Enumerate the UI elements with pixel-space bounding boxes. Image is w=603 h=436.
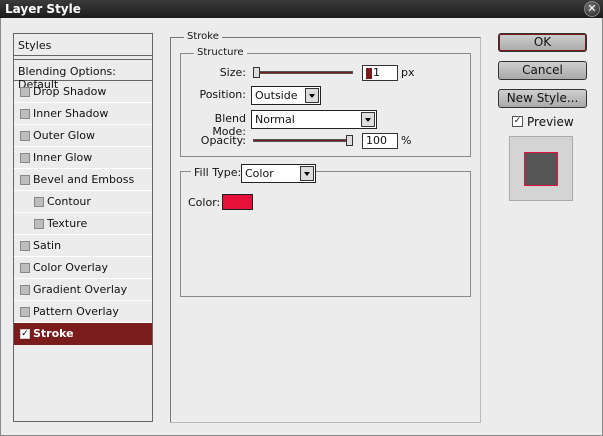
chevron-down-icon[interactable] [305, 88, 319, 103]
style-preview-thumbnail [509, 136, 573, 201]
color-label: Color: [188, 196, 221, 209]
close-icon[interactable]: ✕ [584, 1, 600, 17]
size-slider-thumb[interactable] [253, 67, 260, 78]
effects-list: Drop Shadow Inner Shadow Outer Glow Inner G… [14, 81, 152, 345]
effect-label: Outer Glow [33, 129, 96, 142]
position-label: Position: [199, 88, 246, 101]
effect-item-stroke[interactable]: ✓ Stroke [14, 323, 152, 345]
effect-checkbox[interactable] [20, 153, 30, 163]
blend-mode-select[interactable]: Normal [251, 110, 377, 129]
effect-checkbox[interactable] [20, 131, 30, 141]
fill-type-value: Color [245, 167, 274, 180]
effect-checkbox[interactable] [20, 87, 30, 97]
fill-group [180, 171, 471, 297]
effect-label: Contour [47, 195, 91, 208]
new-style-button[interactable]: New Style... [498, 89, 587, 108]
layer-style-dialog: Layer Style ✕ Styles Blending Options: D… [0, 0, 603, 436]
title-bar[interactable]: Layer Style ✕ [0, 0, 603, 18]
effect-checkbox[interactable]: ✓ [20, 329, 30, 339]
effect-checkbox[interactable] [20, 263, 30, 273]
opacity-slider-track[interactable] [253, 139, 353, 142]
text-cursor-icon [366, 67, 372, 79]
effect-checkbox[interactable] [20, 109, 30, 119]
effect-item-bevel-and-emboss[interactable]: Bevel and Emboss [14, 169, 152, 191]
styles-header-item[interactable]: Styles [14, 34, 152, 56]
effect-item-inner-glow[interactable]: Inner Glow [14, 147, 152, 169]
effect-checkbox[interactable] [20, 307, 30, 317]
preview-checkbox[interactable]: ✓ [512, 116, 523, 127]
effect-item-outer-glow[interactable]: Outer Glow [14, 125, 152, 147]
effect-label: Bevel and Emboss [33, 173, 135, 186]
opacity-label: Opacity: [200, 134, 246, 147]
size-value: 1 [373, 66, 380, 79]
blending-options-item[interactable]: Blending Options: Default [14, 59, 152, 91]
window-title: Layer Style [5, 2, 81, 16]
stroke-color-swatch[interactable] [222, 194, 253, 210]
stroke-group-title: Stroke [184, 31, 222, 42]
effect-item-texture[interactable]: Texture [14, 213, 152, 235]
effect-item-contour[interactable]: Contour [14, 191, 152, 213]
structure-group-title: Structure [194, 47, 247, 58]
size-unit: px [401, 66, 415, 79]
preview-swatch [524, 152, 558, 186]
opacity-slider-thumb[interactable] [346, 135, 353, 146]
effect-checkbox[interactable] [34, 219, 44, 229]
opacity-input[interactable]: 100 [362, 133, 398, 149]
effect-label: Stroke [33, 327, 74, 340]
effect-item-color-overlay[interactable]: Color Overlay [14, 257, 152, 279]
fill-type-select[interactable]: Color [241, 164, 316, 183]
effect-label: Drop Shadow [33, 85, 107, 98]
blend-mode-value: Normal [255, 113, 295, 126]
position-value: Outside [255, 89, 298, 102]
size-label: Size: [219, 66, 246, 79]
effect-label: Texture [47, 217, 88, 230]
position-select[interactable]: Outside [251, 86, 321, 105]
effect-item-inner-shadow[interactable]: Inner Shadow [14, 103, 152, 125]
effect-label: Inner Glow [33, 151, 93, 164]
ok-button[interactable]: OK [498, 33, 587, 52]
effect-label: Gradient Overlay [33, 283, 128, 296]
effect-item-satin[interactable]: Satin [14, 235, 152, 257]
effect-checkbox[interactable] [20, 241, 30, 251]
effect-item-gradient-overlay[interactable]: Gradient Overlay [14, 279, 152, 301]
preview-label: Preview [527, 115, 574, 129]
cancel-button[interactable]: Cancel [498, 61, 587, 80]
opacity-unit: % [401, 134, 412, 147]
chevron-down-icon[interactable] [361, 112, 375, 127]
size-slider-track[interactable] [253, 71, 353, 74]
styles-list-panel: Styles Blending Options: Default Drop Sh… [13, 33, 153, 422]
effect-checkbox[interactable] [20, 175, 30, 185]
effect-label: Inner Shadow [33, 107, 109, 120]
size-input[interactable]: 1 [362, 65, 398, 81]
chevron-down-icon[interactable] [300, 166, 314, 181]
effect-checkbox[interactable] [34, 197, 44, 207]
effect-label: Satin [33, 239, 62, 252]
effect-item-pattern-overlay[interactable]: Pattern Overlay [14, 301, 152, 323]
effect-checkbox[interactable] [20, 285, 30, 295]
effect-label: Pattern Overlay [33, 305, 119, 318]
fill-type-label: Fill Type: [191, 166, 245, 179]
effect-label: Color Overlay [33, 261, 108, 274]
effect-item-drop-shadow[interactable]: Drop Shadow [14, 81, 152, 103]
